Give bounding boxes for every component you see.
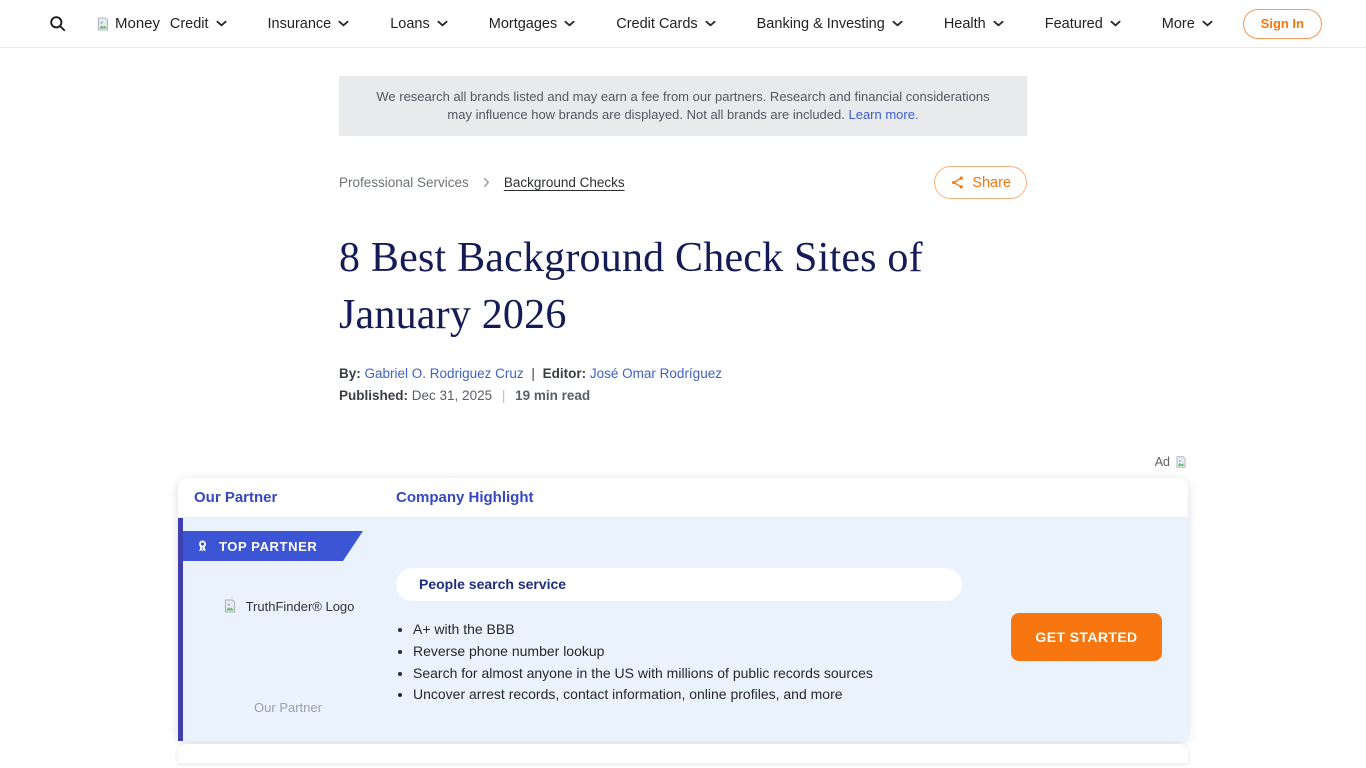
- broken-image-icon: [222, 598, 238, 614]
- highlight-bullet-list: A+ with the BBB Reverse phone number loo…: [396, 619, 873, 706]
- medal-icon: [195, 539, 210, 554]
- money-logo[interactable]: Money: [95, 15, 160, 32]
- editor-label: Editor:: [543, 366, 587, 381]
- highlight-bullet: Reverse phone number lookup: [413, 641, 873, 661]
- share-label: Share: [972, 175, 1011, 191]
- broken-image-icon: [95, 16, 111, 32]
- next-table-row-partial: [178, 744, 1188, 763]
- nav-item-featured[interactable]: Featured: [1045, 16, 1121, 32]
- logo-alt-text: Money: [115, 15, 160, 32]
- column-header-our-partner: Our Partner: [194, 489, 396, 506]
- read-time: 19 min read: [515, 388, 590, 403]
- nav-item-loans[interactable]: Loans: [390, 16, 448, 32]
- chevron-down-icon: [1110, 20, 1121, 27]
- nav-item-more[interactable]: More: [1162, 16, 1213, 32]
- published-line: Published: Dec 31, 2025 | 19 min read: [339, 388, 1027, 403]
- table-header-row: Our Partner Company Highlight: [178, 478, 1188, 518]
- ad-disclosure: Ad: [178, 453, 1188, 470]
- editor-link[interactable]: José Omar Rodríguez: [590, 366, 722, 381]
- partner-logo[interactable]: TruthFinder® Logo: [193, 598, 383, 614]
- chevron-down-icon: [564, 20, 575, 27]
- nav-item-credit[interactable]: Credit: [170, 16, 227, 32]
- highlight-bullet: Uncover arrest records, contact informat…: [413, 684, 873, 704]
- chevron-down-icon: [993, 20, 1004, 27]
- nav-left: Money: [46, 12, 160, 35]
- advertiser-disclosure: We research all brands listed and may ea…: [339, 76, 1027, 136]
- chevron-down-icon: [338, 20, 349, 27]
- highlight-bullet: A+ with the BBB: [413, 619, 873, 639]
- nav-item-banking-investing[interactable]: Banking & Investing: [757, 16, 903, 32]
- search-button[interactable]: [46, 12, 69, 35]
- top-partner-label: TOP PARTNER: [219, 539, 317, 554]
- ad-label: Ad: [1155, 455, 1170, 469]
- partner-comparison-table: Our Partner Company Highlight TOP PARTNE…: [178, 478, 1188, 741]
- nav-item-mortgages[interactable]: Mortgages: [489, 16, 576, 32]
- nav-item-health[interactable]: Health: [944, 16, 1004, 32]
- byline-separator: |: [531, 366, 535, 381]
- share-icon: [950, 175, 965, 190]
- service-category-pill: People search service: [396, 568, 962, 601]
- top-nav: Money Credit Insurance Loans Mortgages C…: [0, 0, 1366, 48]
- highlight-bullet: Search for almost anyone in the US with …: [413, 663, 873, 683]
- broken-image-icon: [1174, 455, 1188, 469]
- breadcrumb: Professional Services Background Checks: [339, 175, 625, 190]
- chevron-down-icon: [216, 20, 227, 27]
- breadcrumb-chevron-icon: [483, 177, 490, 188]
- publine-separator: |: [502, 388, 506, 403]
- learn-more-link[interactable]: Learn more.: [848, 107, 918, 122]
- search-icon: [48, 14, 67, 33]
- nav-item-insurance[interactable]: Insurance: [268, 16, 350, 32]
- sign-in-button[interactable]: Sign In: [1243, 9, 1322, 39]
- top-partner-badge: TOP PARTNER: [183, 531, 363, 561]
- column-header-company-highlight: Company Highlight: [396, 489, 534, 506]
- chevron-down-icon: [1202, 20, 1213, 27]
- chevron-down-icon: [437, 20, 448, 27]
- breadcrumb-parent[interactable]: Professional Services: [339, 175, 469, 190]
- main-menu: Credit Insurance Loans Mortgages Credit …: [160, 16, 1223, 32]
- published-label: Published:: [339, 388, 408, 403]
- published-date: Dec 31, 2025: [412, 388, 492, 403]
- breadcrumb-current[interactable]: Background Checks: [504, 175, 625, 190]
- share-button[interactable]: Share: [934, 166, 1027, 199]
- author-link[interactable]: Gabriel O. Rodriguez Cruz: [365, 366, 524, 381]
- table-row: TOP PARTNER TruthFinder® Logo Our Partne…: [178, 518, 1188, 741]
- page-title: 8 Best Background Check Sites of January…: [339, 230, 1027, 344]
- get-started-button[interactable]: GET STARTED: [1011, 613, 1162, 661]
- our-partner-caption: Our Partner: [193, 700, 383, 715]
- page-main: We research all brands listed and may ea…: [0, 76, 1366, 763]
- partner-logo-alt-text: TruthFinder® Logo: [246, 599, 355, 614]
- nav-item-credit-cards[interactable]: Credit Cards: [616, 16, 715, 32]
- by-label: By:: [339, 366, 361, 381]
- chevron-down-icon: [892, 20, 903, 27]
- chevron-down-icon: [705, 20, 716, 27]
- byline: By: Gabriel O. Rodriguez Cruz | Editor: …: [339, 366, 1027, 381]
